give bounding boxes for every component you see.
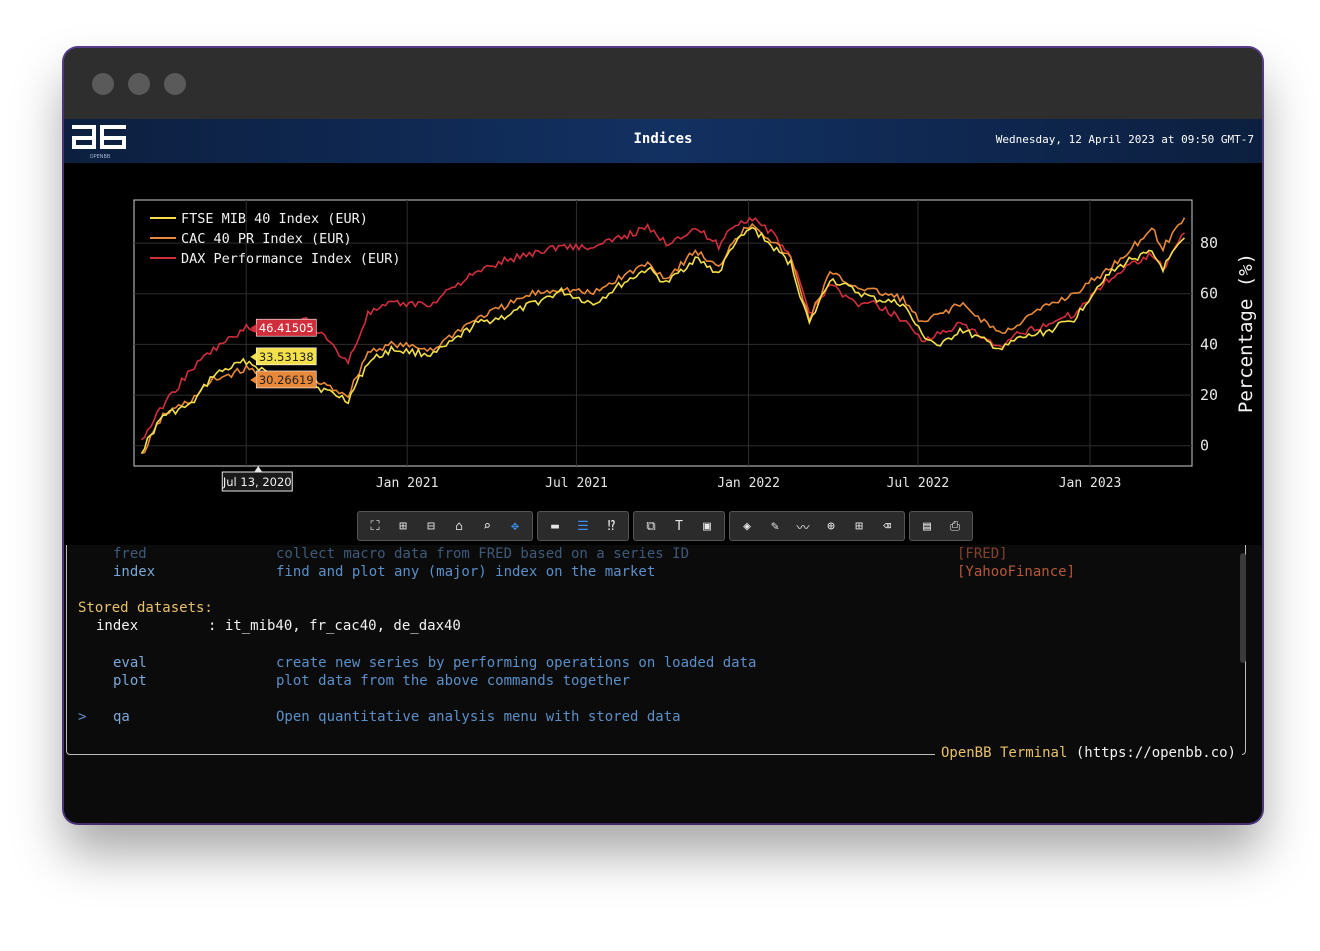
legend-label: DAX Performance Index (EUR) [181,251,400,267]
indices-chart[interactable]: 0 20 40 60 80 Jan 2021 Jul 2021 Jan 2022 Jul 202… [64,163,1262,508]
menu-marker: > [78,709,87,725]
terminal-scrollbar[interactable] [1240,553,1246,663]
cmd-fred-source: [FRED] [957,546,1008,562]
add-chart-icon[interactable]: ⧉ [638,515,664,537]
cmd-fred[interactable]: fred [113,546,147,562]
x-tick-label: Jul 2021 [545,476,608,491]
hover-value-label: 46.41505 [259,321,314,335]
y-tick-label: 0 [1200,437,1209,455]
footer-url[interactable]: (https://openbb.co) [1076,745,1236,761]
x-tick-label: Jul 2022 [887,476,950,491]
erase-shape-icon[interactable]: ⌫ [874,515,900,537]
download-image-icon[interactable]: ⎙ [942,515,968,537]
cmd-eval[interactable]: eval [113,655,147,671]
app-header: OPENBB Indices Wednesday, 12 April 2023 … [64,119,1262,163]
cmd-qa-desc: Open quantitative analysis menu with sto… [276,709,681,725]
legend-label: CAC 40 PR Index (EUR) [181,231,352,247]
hover-x-pointer [254,466,263,472]
toolbar-group: ⛶ ⊞ ⊟ ⌂ ⌕ ✥ [357,511,533,541]
hover-pointer [250,375,257,384]
draw-color-icon[interactable]: ◈ [734,515,760,537]
footer-brand: OpenBB Terminal [940,745,1068,761]
hover-x-label: Jul 13, 2020 [222,475,292,489]
zoom-in-icon[interactable]: ⊞ [390,515,416,537]
terminal-panel: fred collect macro data from FRED based … [64,545,1262,823]
app-window: OPENBB Indices Wednesday, 12 April 2023 … [64,48,1262,823]
toolbar-group: ▤ ⎙ [909,511,973,541]
spike-lines-icon[interactable]: ▬ [542,515,568,537]
maximize-window-button[interactable] [164,73,186,95]
zoom-out-icon[interactable]: ⊟ [418,515,444,537]
y-tick-label: 20 [1200,386,1218,404]
y-tick-label: 40 [1200,335,1218,353]
cmd-plot[interactable]: plot [113,673,147,689]
cmd-qa[interactable]: qa [113,709,130,725]
draw-open-path-icon[interactable]: 〰 [790,515,816,537]
export-csv-icon[interactable]: ▤ [914,515,940,537]
chart-toolbar: ⛶ ⊞ ⊟ ⌂ ⌕ ✥ ▬ ☰ ⁉ ⧉ T ▣ ◈ ✎ 〰 ⊕ ⊞ ⌫ ▤ ⎙ [357,511,973,541]
y-tick-label: 80 [1200,234,1218,252]
toolbar-group: ◈ ✎ 〰 ⊕ ⊞ ⌫ [729,511,905,541]
reset-axes-icon[interactable]: ⌂ [446,515,472,537]
x-tick-label: Jan 2022 [717,476,780,491]
cmd-index-desc: find and plot any (major) index on the m… [276,564,656,580]
close-window-button[interactable] [92,73,114,95]
stored-datasets-title: Stored datasets: [78,600,213,616]
toolbar-group: ▬ ☰ ⁉ [537,511,629,541]
chart-panel: 0 20 40 60 80 Jan 2021 Jul 2021 Jan 2022 Jul 202… [64,163,1262,545]
hover-closest-icon[interactable]: ⁉ [598,515,624,537]
y-tick-label: 60 [1200,285,1218,303]
add-text-icon[interactable]: T [666,515,692,537]
draw-rect-icon[interactable]: ⊞ [846,515,872,537]
cmd-index-source: [YahooFinance] [957,564,1076,580]
minimize-window-button[interactable] [128,73,150,95]
autoscale-icon[interactable]: ⛶ [362,515,388,537]
terminal-footer: OpenBB Terminal (https://openbb.co) [934,745,1242,761]
y-axis-label: Percentage (%) [1235,253,1257,413]
logo-text: OPENBB [90,154,111,160]
hover-compare-icon[interactable]: ☰ [570,515,596,537]
draw-line-icon[interactable]: ✎ [762,515,788,537]
hover-value-label: 33.53138 [259,350,314,364]
pan-icon[interactable]: ✥ [502,515,528,537]
add-text-box-icon[interactable]: ▣ [694,515,720,537]
cmd-index[interactable]: index [113,564,155,580]
hover-value-label: 30.26619 [259,373,314,387]
zoom-icon[interactable]: ⌕ [474,515,500,537]
x-tick-label: Jan 2023 [1059,476,1122,491]
window-titlebar [64,48,1262,119]
draw-circle-icon[interactable]: ⊕ [818,515,844,537]
legend-label: FTSE MIB 40 Index (EUR) [181,211,368,227]
x-tick-label: Jan 2021 [376,476,439,491]
cmd-plot-desc: plot data from the above commands togeth… [276,673,631,689]
datetime-label: Wednesday, 12 April 2023 at 09:50 GMT-7 [995,133,1254,146]
cmd-eval-desc: create new series by performing operatio… [276,655,757,671]
cmd-fred-desc: collect macro data from FRED based on a … [276,546,690,562]
stored-key: index [96,618,139,634]
hover-pointer [250,352,257,361]
toolbar-group: ⧉ T ▣ [633,511,725,541]
stored-value: : it_mib40, fr_cac40, de_dax40 [208,618,461,634]
